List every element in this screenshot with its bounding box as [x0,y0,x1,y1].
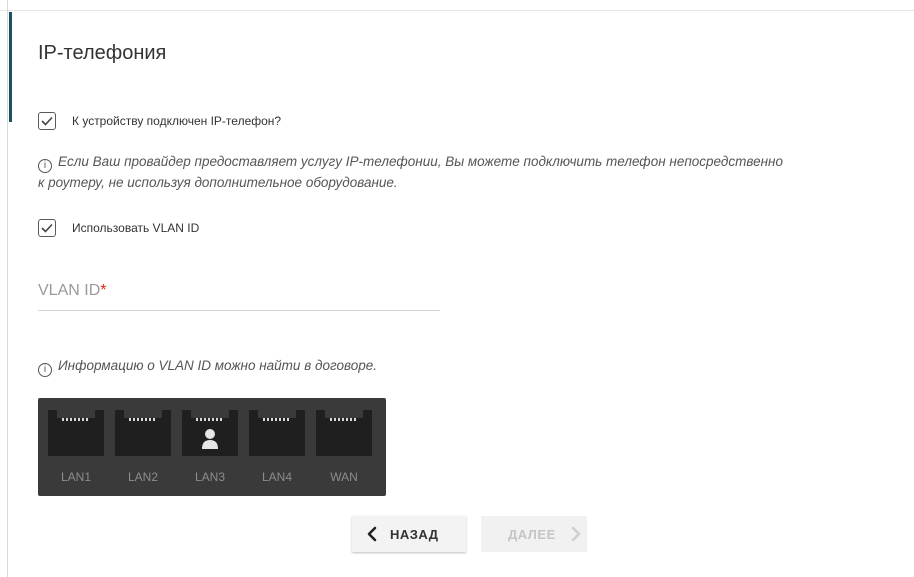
port-panel: LAN1 LAN2 LAN3 LAN4 WAN [38,398,386,496]
phone-connected-checkbox[interactable] [38,112,56,130]
vlan-id-input[interactable] [38,270,444,312]
port-lan2[interactable] [115,410,171,456]
info-vlan-text: i Информацию о VLAN ID можно найти в дого… [38,356,377,377]
port-wan[interactable] [316,410,372,456]
port-pins [263,418,291,421]
port-notch [191,410,229,418]
section-accent-bar [9,12,12,122]
chevron-left-icon [367,526,377,542]
next-button-label: ДАЛЕЕ [508,526,556,542]
port-pins [129,418,157,421]
top-divider [0,10,914,11]
info-provider-line2: к роутеру, не используя дополнительное о… [38,175,398,190]
chevron-right-icon [571,526,581,542]
port-pins [330,418,358,421]
info-icon: i [38,159,52,173]
vlan-id-field[interactable]: VLAN ID* [38,270,444,312]
back-button[interactable]: НАЗАД [352,516,466,552]
use-vlan-label: Использовать VLAN ID [72,221,200,235]
phone-user-icon [202,429,218,449]
port-lan4[interactable] [249,410,305,456]
port-lan1[interactable] [48,410,104,456]
back-button-label: НАЗАД [390,526,439,542]
port-notch [325,410,363,418]
port-label-wan: WAN [330,470,358,484]
left-divider [7,0,8,577]
use-vlan-row[interactable]: Использовать VLAN ID [38,219,199,237]
page-title: IP-телефония [38,42,167,64]
checkmark-icon [41,116,53,126]
phone-connected-label: К устройству подключен IP-телефон? [72,114,282,128]
port-notch [57,410,95,418]
phone-connected-row[interactable]: К устройству подключен IP-телефон? [38,112,281,130]
port-label-lan2: LAN2 [127,470,159,484]
info-icon: i [38,363,52,377]
info-provider-line1: Если Ваш провайдер предоставляет услугу … [58,154,783,169]
port-notch [124,410,162,418]
port-label-lan3: LAN3 [194,470,226,484]
port-pins [62,418,90,421]
next-button[interactable]: ДАЛЕЕ [481,516,587,552]
port-notch [258,410,296,418]
port-pins [196,418,224,421]
port-lan3[interactable] [182,410,238,456]
info-provider-text: i Если Ваш провайдер предоставляет услугу… [38,152,783,193]
info-vlan-line: Информацию о VLAN ID можно найти в догов… [58,358,377,373]
port-label-lan4: LAN4 [261,470,293,484]
use-vlan-checkbox[interactable] [38,219,56,237]
port-label-lan1: LAN1 [60,470,92,484]
checkmark-icon [41,223,53,233]
